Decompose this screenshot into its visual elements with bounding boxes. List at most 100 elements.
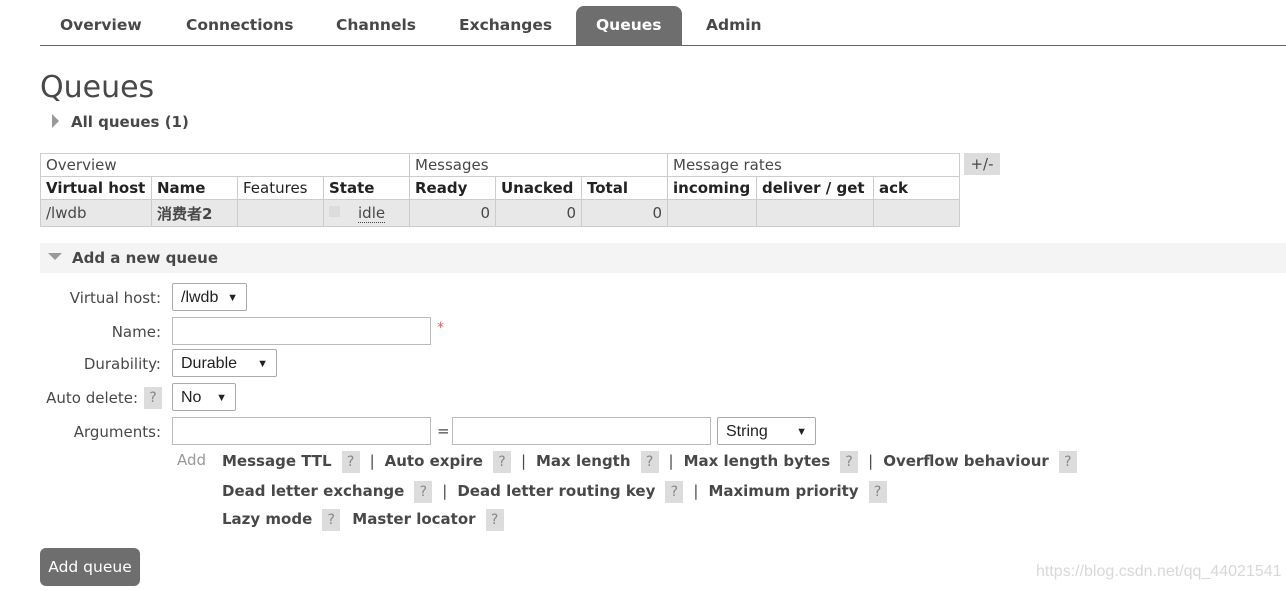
- all-queues-label: All queues (1): [71, 113, 189, 131]
- tab-exchanges[interactable]: Exchanges: [439, 6, 572, 45]
- collapse-triangle-icon: [48, 253, 62, 260]
- columns-toggle-button[interactable]: +/-: [964, 153, 1000, 175]
- help-icon[interactable]: ?: [840, 451, 859, 473]
- cell-total: 0: [581, 199, 668, 227]
- argument-type-value: String: [726, 423, 768, 440]
- dropdown-arrow-icon: ▼: [227, 292, 238, 304]
- arg-max-length-link[interactable]: Max length: [536, 452, 631, 470]
- cell-unacked: 0: [495, 199, 582, 227]
- col-name[interactable]: Name: [151, 176, 238, 200]
- group-message-rates: Message rates: [667, 153, 960, 177]
- group-overview: Overview: [40, 153, 410, 177]
- arg-dead-letter-exchange-link[interactable]: Dead letter exchange: [222, 482, 404, 500]
- cell-ack: [873, 199, 960, 227]
- page-title: Queues: [40, 70, 155, 105]
- durability-select[interactable]: Durable ▼: [172, 349, 277, 377]
- separator: |: [442, 482, 448, 500]
- cell-queue-name[interactable]: 消费者2: [151, 199, 238, 227]
- argument-links-row-2: Dead letter exchange? | Dead letter routin…: [222, 481, 887, 503]
- arg-message-ttl-link[interactable]: Message TTL: [222, 452, 332, 470]
- cell-incoming: [667, 199, 757, 227]
- durability-value: Durable: [181, 355, 238, 372]
- tab-channels[interactable]: Channels: [316, 6, 436, 45]
- separator: |: [520, 452, 526, 470]
- help-icon[interactable]: ?: [341, 451, 360, 473]
- add-queue-section-title: Add a new queue: [72, 249, 219, 267]
- auto-delete-label: Auto delete:: [46, 389, 138, 407]
- add-queue-section-header: Add a new queue: [40, 243, 1286, 273]
- tab-overview[interactable]: Overview: [40, 6, 162, 45]
- col-incoming[interactable]: incoming: [667, 176, 757, 200]
- state-indicator-icon: [329, 206, 340, 217]
- table-column-header: Virtual host Name Features State Ready U…: [40, 176, 960, 200]
- cell-vhost: /lwdb: [40, 199, 152, 227]
- arg-dead-letter-routing-key-link[interactable]: Dead letter routing key: [457, 482, 655, 500]
- help-icon[interactable]: ?: [414, 481, 433, 503]
- col-features: Features: [237, 176, 324, 200]
- cell-deliver-get: [756, 199, 874, 227]
- watermark: https://blog.csdn.net/qq_44021541: [1036, 563, 1282, 580]
- add-argument-label: Add: [177, 451, 207, 469]
- cell-state: idle: [323, 199, 410, 227]
- all-queues-toggle[interactable]: All queues (1): [52, 113, 189, 131]
- arg-max-length-bytes-link[interactable]: Max length bytes: [684, 452, 831, 470]
- argument-links-row-3: Lazy mode? Master locator?: [222, 509, 504, 531]
- help-icon[interactable]: ?: [665, 481, 684, 503]
- auto-delete-value: No: [181, 389, 202, 406]
- col-virtual-host[interactable]: Virtual host: [40, 176, 152, 200]
- arg-auto-expire-link[interactable]: Auto expire: [385, 452, 483, 470]
- col-deliver-get[interactable]: deliver / get: [756, 176, 874, 200]
- tab-connections[interactable]: Connections: [166, 6, 313, 45]
- separator: |: [369, 452, 375, 470]
- virtual-host-label: Virtual host:: [69, 289, 161, 307]
- help-icon[interactable]: ?: [640, 451, 659, 473]
- separator: |: [668, 452, 674, 470]
- group-messages: Messages: [409, 153, 668, 177]
- auto-delete-select[interactable]: No ▼: [172, 383, 236, 411]
- arg-maximum-priority-link[interactable]: Maximum priority: [708, 482, 858, 500]
- arg-overflow-behaviour-link[interactable]: Overflow behaviour: [883, 452, 1049, 470]
- col-ready[interactable]: Ready: [409, 176, 496, 200]
- argument-type-select[interactable]: String ▼: [717, 417, 816, 445]
- name-label: Name:: [111, 323, 161, 341]
- virtual-host-select[interactable]: /lwdb ▼: [172, 283, 247, 311]
- arg-lazy-mode-link[interactable]: Lazy mode: [222, 510, 312, 528]
- col-unacked[interactable]: Unacked: [495, 176, 582, 200]
- main-nav: Overview Connections Channels Exchanges …: [40, 6, 1286, 46]
- cell-features: [237, 199, 324, 227]
- col-total[interactable]: Total: [581, 176, 668, 200]
- table-row[interactable]: /lwdb 消费者2 idle 0 0 0: [40, 199, 960, 227]
- separator: |: [693, 482, 699, 500]
- help-icon[interactable]: ?: [492, 451, 511, 473]
- arguments-label: Arguments:: [73, 423, 161, 441]
- separator: |: [868, 452, 874, 470]
- argument-key-input[interactable]: [172, 417, 431, 445]
- dropdown-arrow-icon: ▼: [216, 392, 227, 404]
- help-icon[interactable]: ?: [322, 509, 341, 531]
- table-group-header: Overview Messages Message rates: [40, 153, 960, 177]
- help-icon[interactable]: ?: [868, 481, 887, 503]
- queues-table: Overview Messages Message rates Virtual …: [40, 153, 960, 227]
- help-icon[interactable]: ?: [485, 509, 504, 531]
- auto-delete-help-icon[interactable]: ?: [144, 387, 162, 409]
- queue-name-input[interactable]: [172, 317, 431, 345]
- col-ack[interactable]: ack: [873, 176, 960, 200]
- tab-admin[interactable]: Admin: [686, 6, 782, 45]
- equals-sign: =: [437, 422, 450, 440]
- state-idle: idle: [358, 204, 386, 223]
- dropdown-arrow-icon: ▼: [796, 426, 807, 438]
- argument-links-row-1: Message TTL? | Auto expire? | Max length? | Ma…: [222, 451, 1077, 473]
- add-queue-button[interactable]: Add queue: [40, 548, 140, 586]
- expand-triangle-icon: [52, 114, 59, 128]
- add-queue-toggle[interactable]: Add a new queue: [48, 249, 218, 267]
- cell-ready: 0: [409, 199, 496, 227]
- dropdown-arrow-icon: ▼: [257, 358, 268, 370]
- tab-queues[interactable]: Queues: [576, 6, 682, 45]
- durability-label: Durability:: [83, 355, 161, 373]
- required-marker: *: [437, 320, 444, 336]
- argument-value-input[interactable]: [452, 417, 711, 445]
- col-state[interactable]: State: [323, 176, 410, 200]
- arg-master-locator-link[interactable]: Master locator: [352, 510, 475, 528]
- virtual-host-value: /lwdb: [181, 289, 219, 306]
- help-icon[interactable]: ?: [1058, 451, 1077, 473]
